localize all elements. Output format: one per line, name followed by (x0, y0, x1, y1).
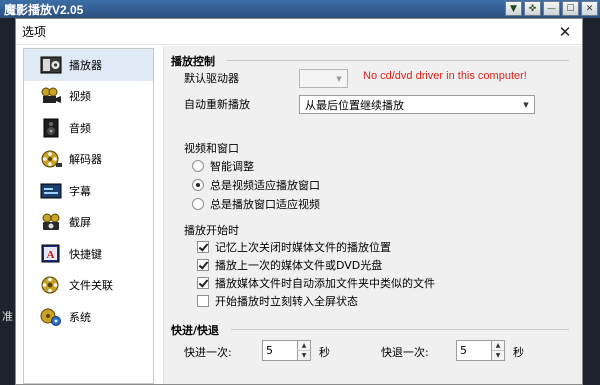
radio-button[interactable] (192, 160, 204, 172)
player-close-button[interactable]: ✕ (581, 1, 598, 16)
radio-label: 智能调整 (210, 160, 254, 173)
radio-smart-adjust[interactable]: 智能调整 (192, 158, 254, 174)
backward-label: 快退一次: (381, 346, 429, 359)
dialog-title: 选项 (22, 25, 47, 39)
film-reel-icon (40, 149, 62, 169)
close-icon[interactable]: ✕ (554, 22, 576, 42)
playback-divider (226, 60, 569, 61)
backward-spin-buttons[interactable]: ▲ ▼ (492, 340, 505, 361)
radio-window-fit-video[interactable]: 总是播放窗口适应视频 (192, 196, 320, 212)
minimize-button[interactable]: — (543, 1, 560, 16)
sidebar-item-label: 字幕 (69, 184, 91, 198)
radio-button[interactable] (192, 198, 204, 210)
skin-icon[interactable]: ▼ (505, 1, 522, 16)
sidebar-item-hotkey[interactable]: A 快捷键 (24, 238, 153, 270)
sidebar-item-video[interactable]: 视频 (24, 81, 153, 113)
checkbox[interactable] (197, 295, 209, 307)
chevron-down-icon: ▼ (523, 100, 529, 109)
file-assoc-icon (40, 275, 62, 295)
speaker-icon (40, 118, 62, 138)
pin-icon[interactable]: ✜ (524, 1, 541, 16)
chevron-up-icon[interactable]: ▲ (492, 341, 504, 351)
seek-divider (231, 329, 569, 330)
sidebar-item-label: 解码器 (69, 153, 102, 167)
sidebar-item-system[interactable]: 系统 (24, 301, 153, 333)
player-titlebar: 魔影播放V2.05 ▼ ✜ — ☐ ✕ (0, 0, 600, 18)
checkbox-remember-position[interactable]: 记忆上次关闭时媒体文件的播放位置 (197, 239, 391, 255)
system-icon (40, 307, 62, 327)
capture-icon (40, 212, 62, 232)
radio-video-fit-window[interactable]: 总是视频适应播放窗口 (192, 177, 320, 193)
checkbox-label: 记忆上次关闭时媒体文件的播放位置 (215, 241, 391, 254)
checkbox[interactable] (197, 277, 209, 289)
sidebar-item-audio[interactable]: 音频 (24, 112, 153, 144)
auto-replay-value: 从最后位置继续播放 (305, 98, 404, 112)
radio-button[interactable] (192, 179, 204, 191)
sidebar-item-label: 文件关联 (69, 279, 113, 293)
player-right-panel (581, 18, 600, 385)
forward-label: 快进一次: (184, 346, 232, 359)
checkbox-label: 播放上一次的媒体文件或DVD光盘 (215, 259, 383, 272)
sidebar-item-subtitle[interactable]: 字幕 (24, 175, 153, 207)
svg-text:A: A (47, 249, 55, 261)
radio-label: 总是视频适应播放窗口 (210, 179, 320, 192)
sidebar-item-label: 视频 (69, 90, 91, 104)
default-drive-label: 默认驱动器 (184, 72, 239, 85)
checkbox-label: 播放媒体文件时自动添加文件夹中类似的文件 (215, 277, 435, 290)
options-sidebar: 播放器 视频 音频 解码器 字幕 截屏 A 快捷键 文件关联 系统 (23, 48, 154, 384)
options-dialog: 选项 ✕ 播放器 视频 音频 解码器 字幕 截屏 A 快捷键 文件关联 系统 播… (15, 18, 583, 385)
on-start-heading: 播放开始时 (184, 224, 239, 237)
chevron-down-icon: ▼ (336, 74, 342, 83)
maximize-button[interactable]: ☐ (562, 1, 579, 16)
chevron-down-icon[interactable]: ▼ (298, 351, 310, 360)
sidebar-item-player[interactable]: 播放器 (24, 49, 153, 81)
checkbox-auto-add-similar[interactable]: 播放媒体文件时自动添加文件夹中类似的文件 (197, 275, 435, 291)
playback-heading: 播放控制 (171, 55, 215, 68)
backward-stepper[interactable]: 5 ▲ ▼ (456, 340, 505, 361)
forward-stepper[interactable]: 5 ▲ ▼ (262, 340, 311, 361)
sidebar-item-file-association[interactable]: 文件关联 (24, 270, 153, 302)
default-drive-select[interactable]: ▼ (299, 69, 348, 88)
player-title: 魔影播放V2.05 (4, 3, 84, 17)
forward-spin-buttons[interactable]: ▲ ▼ (298, 340, 311, 361)
chevron-down-icon[interactable]: ▼ (492, 351, 504, 360)
checkbox-play-last-file[interactable]: 播放上一次的媒体文件或DVD光盘 (197, 257, 382, 273)
chevron-up-icon[interactable]: ▲ (298, 341, 310, 351)
checkbox[interactable] (197, 241, 209, 253)
forward-unit: 秒 (319, 346, 330, 359)
no-drive-message: No cd/dvd driver in this computer! (363, 70, 527, 82)
auto-replay-select[interactable]: 从最后位置继续播放 ▼ (299, 95, 535, 114)
sidebar-item-label: 截屏 (69, 216, 91, 230)
backward-input[interactable]: 5 (456, 340, 492, 361)
seek-heading: 快进/快退 (171, 324, 220, 337)
subtitle-icon (40, 181, 62, 201)
sidebar-item-label: 播放器 (69, 58, 102, 72)
auto-replay-label: 自动重新播放 (184, 98, 250, 111)
film-camera-icon (40, 86, 62, 106)
sidebar-item-label: 快捷键 (69, 247, 102, 261)
options-content: 播放控制 默认驱动器 ▼ No cd/dvd driver in this co… (163, 46, 582, 384)
player-icon (40, 55, 62, 75)
backward-unit: 秒 (513, 346, 524, 359)
dialog-body: 播放器 视频 音频 解码器 字幕 截屏 A 快捷键 文件关联 系统 播放控制 默… (16, 46, 582, 384)
dialog-titlebar: 选项 ✕ (16, 19, 582, 45)
sidebar-item-decoder[interactable]: 解码器 (24, 144, 153, 176)
checkbox[interactable] (197, 259, 209, 271)
sidebar-item-label: 系统 (69, 310, 91, 324)
radio-label: 总是播放窗口适应视频 (210, 198, 320, 211)
checkbox-fullscreen-on-start[interactable]: 开始播放时立刻转入全屏状态 (197, 293, 358, 309)
player-status-text: 准 (2, 310, 13, 323)
player-window-controls: ▼ ✜ — ☐ ✕ (505, 1, 598, 16)
sidebar-item-screenshot[interactable]: 截屏 (24, 207, 153, 239)
hotkey-icon: A (40, 244, 62, 264)
sidebar-item-label: 音频 (69, 121, 91, 135)
video-window-heading: 视频和窗口 (184, 142, 239, 155)
forward-input[interactable]: 5 (262, 340, 298, 361)
checkbox-label: 开始播放时立刻转入全屏状态 (215, 295, 358, 308)
